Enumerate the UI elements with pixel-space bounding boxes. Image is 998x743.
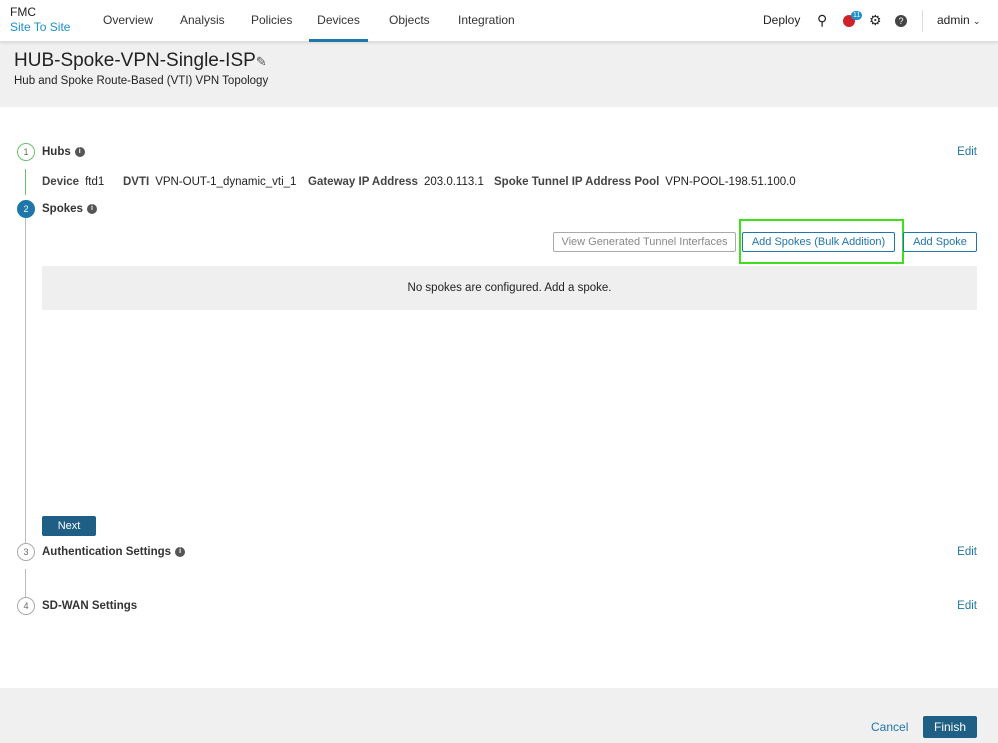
step-connector [25, 569, 26, 597]
step-hubs: Hubs i [42, 146, 85, 158]
page-title: HUB-Spoke-VPN-Single-ISP✎ [14, 50, 267, 72]
add-spoke-button[interactable]: Add Spoke [903, 232, 977, 252]
top-nav: FMC Site To Site Overview Analysis Polic… [0, 0, 998, 42]
wizard-panel [0, 107, 998, 688]
step-spokes: Spokes i [42, 203, 97, 215]
step-connector [25, 217, 26, 543]
step-label: Hubs [42, 146, 71, 158]
step-2-indicator: 2 [17, 200, 35, 218]
step-1-indicator: 1 [17, 143, 35, 161]
step-label: Spokes [42, 203, 83, 215]
device-label: Device [42, 176, 80, 188]
finish-button[interactable]: Finish [923, 716, 977, 738]
gear-icon[interactable]: ⚙ [869, 0, 882, 42]
alert-icon[interactable]: 11 [843, 0, 863, 42]
empty-spokes-message: No spokes are configured. Add a spoke. [42, 266, 977, 310]
edit-hubs-link[interactable]: Edit [957, 146, 977, 158]
chevron-down-icon: ⌄ [973, 16, 981, 26]
pencil-icon[interactable]: ✎ [256, 54, 267, 69]
nav-integration[interactable]: Integration [458, 0, 515, 42]
nav-analysis[interactable]: Analysis [180, 0, 225, 42]
device-value: ftd1 [85, 176, 105, 188]
step-3-indicator: 3 [17, 543, 35, 561]
edit-sdwan-link[interactable]: Edit [957, 600, 977, 612]
edit-auth-link[interactable]: Edit [957, 546, 977, 558]
step-label: Authentication Settings [42, 546, 172, 558]
nav-devices[interactable]: Devices [309, 0, 368, 42]
cancel-button[interactable]: Cancel [871, 720, 908, 734]
nav-overview[interactable]: Overview [103, 0, 153, 42]
title-text: HUB-Spoke-VPN-Single-ISP [14, 50, 256, 71]
gateway-label: Gateway IP Address [308, 176, 418, 188]
brand: FMC Site To Site [10, 5, 70, 35]
section-link[interactable]: Site To Site [10, 20, 70, 35]
step-authentication: Authentication Settings i [42, 546, 186, 558]
nav-objects[interactable]: Objects [389, 0, 430, 42]
gateway-value: 203.0.113.1 [423, 176, 484, 188]
add-spokes-bulk-button[interactable]: Add Spokes (Bulk Addition) [742, 232, 895, 252]
view-tunnel-interfaces-button[interactable]: View Generated Tunnel Interfaces [553, 232, 736, 252]
deploy-button[interactable]: Deploy [763, 0, 800, 42]
search-icon[interactable]: ⚲ [817, 0, 827, 42]
info-icon[interactable]: i [86, 203, 97, 214]
step-connector [25, 169, 26, 195]
pool-label: Spoke Tunnel IP Address Pool [494, 176, 660, 188]
page-subtitle: Hub and Spoke Route-Based (VTI) VPN Topo… [14, 75, 269, 87]
pool-value: VPN-POOL-198.51.100.0 [665, 176, 796, 188]
info-icon[interactable]: i [175, 546, 186, 557]
dvti-label: DVTI [123, 176, 150, 188]
user-menu[interactable]: admin ⌄ [937, 0, 981, 42]
step-4-indicator: 4 [17, 597, 35, 615]
notification-badge: 11 [851, 11, 863, 20]
nav-policies[interactable]: Policies [251, 0, 292, 42]
info-icon[interactable]: i [74, 146, 85, 157]
divider [922, 10, 923, 32]
step-sdwan: SD-WAN Settings [42, 600, 138, 612]
next-button[interactable]: Next [42, 516, 96, 536]
app-name: FMC [10, 5, 36, 19]
user-name: admin [937, 13, 970, 27]
footer: Cancel Finish [0, 688, 998, 743]
help-icon[interactable]: ? [895, 0, 907, 42]
dvti-value: VPN-OUT-1_dynamic_vti_1 [155, 176, 297, 188]
